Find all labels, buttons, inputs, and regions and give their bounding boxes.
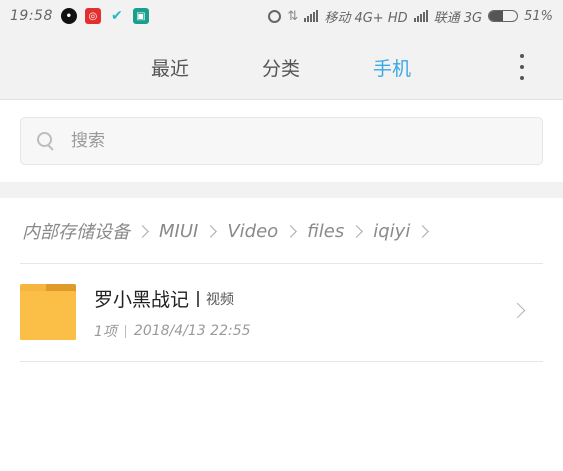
status-right: ⇅ 移动 4G+ HD 联通 3G 51%: [268, 7, 553, 26]
signal-icon: [304, 10, 319, 22]
reader-app-icon: ▣: [132, 8, 149, 24]
alarm-icon: [268, 9, 282, 23]
list-divider-bottom: [20, 361, 543, 362]
tab-category[interactable]: 分类: [262, 54, 300, 81]
tab-phone[interactable]: 手机: [373, 54, 411, 81]
search-input[interactable]: [69, 130, 473, 152]
qq-icon: •: [60, 8, 77, 24]
list-divider-top: [20, 263, 543, 264]
data-transfer-icon: ⇅: [287, 8, 299, 24]
status-bar: 19:58 • ◎ ✔ ▣ ⇅ 移动 4G+ HD 联通 3G 51%: [0, 0, 563, 32]
chevron-right-icon: [416, 224, 430, 238]
check-app-icon: ✔: [110, 8, 123, 24]
more-vertical-icon[interactable]: [512, 54, 532, 80]
list-item[interactable]: 罗小黑战记 视频 1项 2018/4/13 22:55: [20, 265, 543, 360]
section-divider: [0, 182, 563, 198]
signal2-icon: [413, 10, 428, 22]
netease-music-icon: ◎: [84, 8, 101, 24]
breadcrumb-item-video[interactable]: Video: [227, 221, 278, 242]
breadcrumb-item-miui[interactable]: MIUI: [159, 221, 198, 242]
top-nav: 最近 分类 手机: [0, 32, 563, 100]
file-name: 罗小黑战记: [94, 289, 190, 311]
chevron-right-icon: [204, 224, 218, 238]
chevron-right-icon: [509, 302, 526, 319]
carrier2-label: 联通 3G: [433, 10, 483, 26]
file-meta: 1项 2018/4/13 22:55: [94, 321, 251, 341]
file-count: 1项: [94, 324, 117, 340]
file-modified: 2018/4/13 22:55: [133, 323, 251, 339]
battery-icon: [488, 10, 519, 22]
search-area: [0, 100, 563, 182]
chevron-right-icon: [136, 224, 149, 238]
carrier1-label: 移动 4G+ HD: [324, 10, 408, 26]
battery-level: [489, 11, 504, 21]
search-icon: [37, 132, 55, 151]
chevron-right-icon: [350, 224, 364, 238]
meta-divider: [124, 324, 126, 338]
file-title: 罗小黑战记 视频: [94, 285, 234, 312]
file-tag: 视频: [206, 291, 235, 308]
status-time: 19:58: [10, 8, 53, 24]
breadcrumb-item-files[interactable]: files: [307, 221, 344, 242]
breadcrumb: 内部存储设备 MIUI Video files iqiyi: [22, 214, 433, 248]
breadcrumb-item-internal-storage[interactable]: 内部存储设备: [22, 218, 130, 244]
status-left: 19:58 • ◎ ✔ ▣: [10, 8, 149, 24]
folder-icon: [20, 284, 76, 340]
breadcrumb-item-iqiyi[interactable]: iqiyi: [373, 221, 410, 242]
tag-divider: [197, 290, 200, 307]
tab-recent[interactable]: 最近: [151, 54, 189, 81]
chevron-right-icon: [284, 224, 298, 238]
battery-percent: 51%: [524, 8, 553, 24]
search-box[interactable]: [20, 117, 543, 165]
